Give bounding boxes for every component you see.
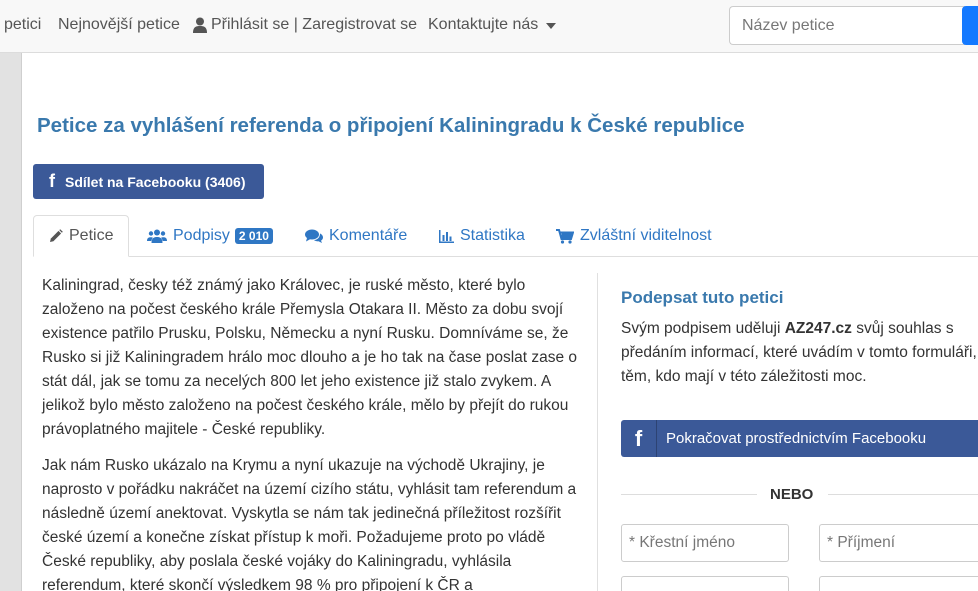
nav-login-link[interactable]: Přihlásit se | Zaregistrovat se xyxy=(193,16,417,34)
tab-statistics-label: Statistika xyxy=(460,227,525,244)
search-button[interactable] xyxy=(962,6,978,45)
tab-petition-label: Petice xyxy=(69,227,114,244)
search-input[interactable] xyxy=(729,6,965,45)
tab-special-visibility[interactable]: Zvláštní viditelnost xyxy=(556,215,712,257)
pencil-icon xyxy=(50,229,63,242)
sign-petition-title: Podepsat tuto petici xyxy=(621,288,784,307)
facebook-share-button[interactable]: f Sdílet na Facebooku (3406) xyxy=(33,164,264,199)
next-field-input[interactable] xyxy=(819,576,978,591)
bar-chart-icon xyxy=(439,229,454,243)
nav-contact-label: Kontaktujte nás xyxy=(428,16,539,33)
last-name-input[interactable] xyxy=(819,524,978,562)
tab-comments[interactable]: Komentáře xyxy=(305,215,407,257)
nav-login-label: Přihlásit se | Zaregistrovat se xyxy=(211,16,418,33)
nav-contact-dropdown[interactable]: Kontaktujte nás xyxy=(428,16,557,34)
tab-special-visibility-label: Zvláštní viditelnost xyxy=(580,227,712,244)
signatures-count-badge: 2 010 xyxy=(234,228,273,244)
facebook-continue-button[interactable]: f Pokračovat prostřednictvím Facebooku xyxy=(621,420,978,457)
tab-signatures-label: Podpisy xyxy=(173,227,230,244)
cart-icon xyxy=(556,228,574,244)
page-title: Petice za vyhlášení referenda o připojen… xyxy=(37,114,745,137)
facebook-icon: f xyxy=(621,420,657,457)
or-separator: NEBO xyxy=(770,486,814,503)
comments-icon xyxy=(305,229,323,243)
nav-petitions-link[interactable]: petici xyxy=(4,16,41,34)
tab-petition[interactable]: Petice xyxy=(33,215,129,257)
first-name-input[interactable] xyxy=(621,524,789,562)
consent-text-before: Svým podpisem uděluji xyxy=(621,320,785,337)
facebook-share-label: Sdílet na Facebooku (3406) xyxy=(65,173,246,190)
petition-paragraph: Kaliningrad, česky též známý jako Králov… xyxy=(42,277,578,438)
petition-paragraph: Jak nám Rusko ukázalo na Krymu a nyní uk… xyxy=(42,457,577,591)
top-navbar: petici Nejnovější petice Přihlásit se | … xyxy=(0,0,978,53)
or-divider-left xyxy=(621,494,757,495)
or-divider-right xyxy=(828,494,978,495)
column-divider xyxy=(597,273,598,591)
sign-consent-text: Svým podpisem uděluji AZ247.cz svůj souh… xyxy=(621,317,978,389)
facebook-continue-label: Pokračovat prostřednictvím Facebooku xyxy=(666,430,927,447)
next-field-input[interactable] xyxy=(621,576,789,591)
users-icon xyxy=(147,229,167,243)
user-icon xyxy=(193,17,207,33)
caret-down-icon xyxy=(546,22,557,29)
tab-comments-label: Komentáře xyxy=(329,227,408,244)
nav-newest-link[interactable]: Nejnovější petice xyxy=(58,16,180,34)
tab-statistics[interactable]: Statistika xyxy=(439,215,525,257)
facebook-icon: f xyxy=(49,171,55,191)
tab-signatures[interactable]: Podpisy 2 010 xyxy=(147,215,273,257)
petition-text: Kaliningrad, česky též známý jako Králov… xyxy=(42,274,582,591)
left-gutter xyxy=(0,53,22,591)
consent-brand: AZ247.cz xyxy=(784,320,852,337)
